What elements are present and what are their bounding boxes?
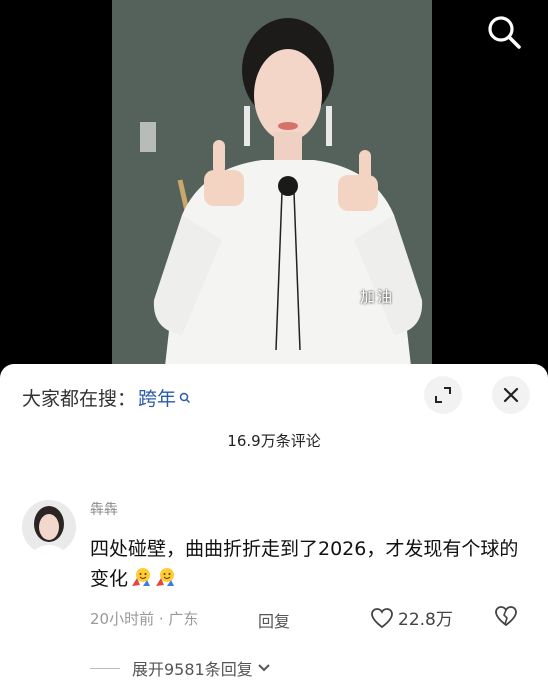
video-person-image — [112, 0, 432, 375]
video-subtitle: 加油 — [360, 288, 395, 306]
comment-author[interactable]: 犇犇 — [90, 499, 118, 519]
dislike-button[interactable] — [494, 605, 518, 631]
cheer-emoji-icon — [156, 568, 175, 586]
chevron-down-icon — [258, 664, 270, 672]
divider-line — [90, 667, 120, 669]
avatar[interactable] — [22, 500, 76, 554]
video-frame[interactable]: 加油 — [112, 0, 432, 375]
like-count: 22.8万 — [398, 610, 453, 630]
close-panel-button[interactable] — [492, 376, 530, 414]
expand-replies-button[interactable]: 展开9581条回复 — [90, 656, 271, 680]
trending-search-bar[interactable]: 大家都在搜： 跨年 — [22, 384, 191, 411]
comment-time-location: 20小时前 · 广东 — [90, 610, 199, 628]
broken-heart-icon — [495, 606, 517, 627]
like-button[interactable]: 22.8万 — [370, 605, 453, 630]
expand-replies-label: 展开9581条回复 — [132, 660, 253, 679]
keyword-search-icon — [179, 392, 191, 403]
cheer-emoji-icon — [132, 568, 151, 586]
expand-panel-button[interactable] — [424, 376, 462, 414]
video-player[interactable]: 加油 — [0, 0, 548, 380]
comment-count: 16.9万条评论 — [227, 432, 321, 450]
trending-search-prefix: 大家都在搜： — [22, 388, 137, 410]
reply-button[interactable]: 回复 — [258, 608, 290, 632]
search-icon — [488, 16, 521, 49]
comment-text: 四处碰壁，曲曲折折走到了2026，才发现有个球的变化 — [90, 534, 530, 594]
search-button[interactable] — [482, 10, 526, 54]
avatar-image — [22, 500, 76, 554]
heart-icon — [371, 607, 393, 628]
expand-icon — [435, 387, 451, 403]
trending-search-keyword[interactable]: 跨年 — [138, 384, 176, 411]
close-icon — [503, 387, 519, 403]
comment-panel: 大家都在搜： 跨年 16.9万条评论 犇犇 四处碰壁，曲曲折折走到了2026，才… — [0, 364, 548, 690]
